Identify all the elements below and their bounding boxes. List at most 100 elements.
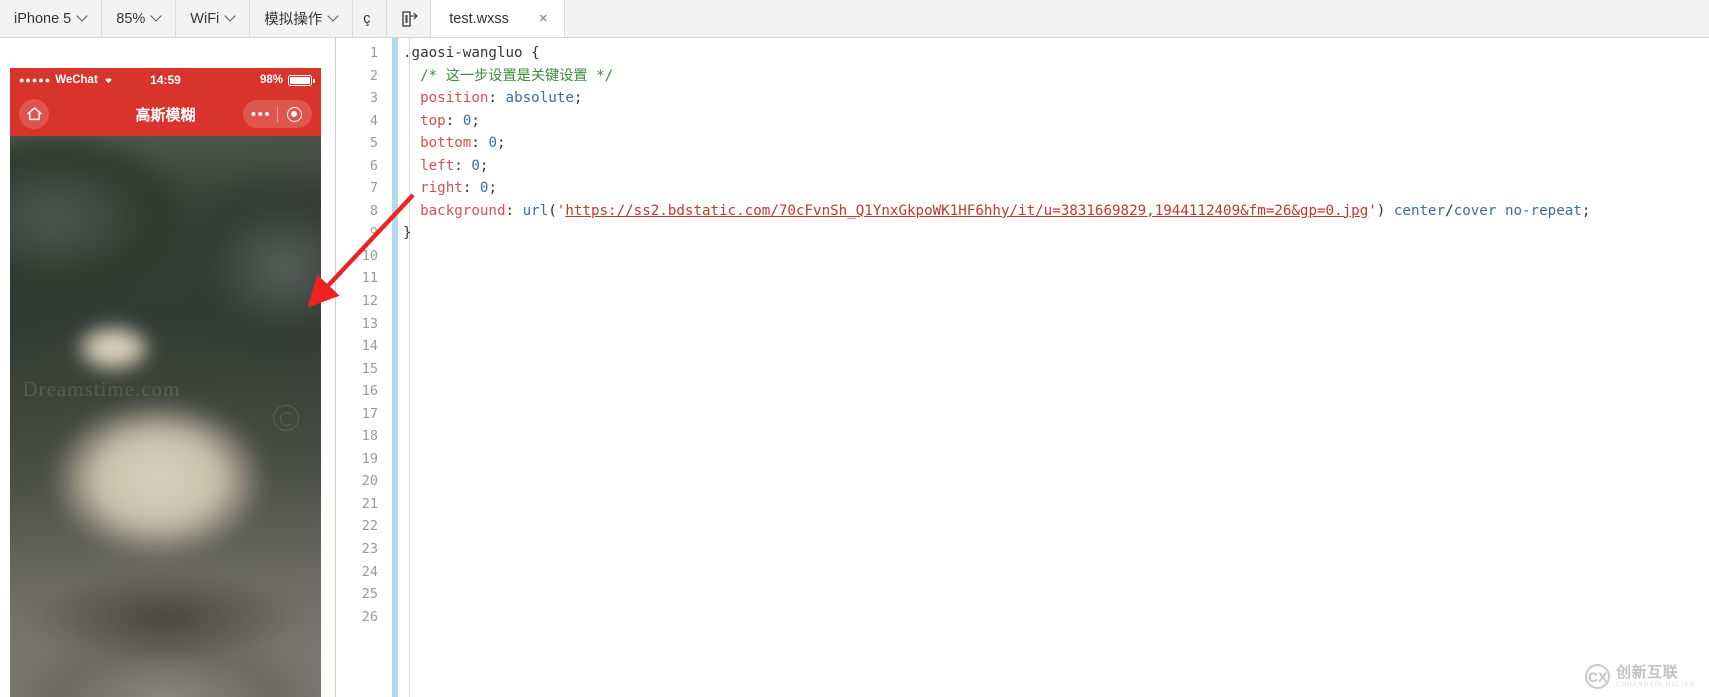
line-number: 15 [361,360,378,377]
simulator-controls: iPhone 5 85% WiFi 模拟操作 ç [0,0,432,37]
target-circle-icon[interactable] [278,106,310,122]
editor-tabstrip: test.wxss × [431,0,1709,37]
code-token: ; [488,180,497,197]
code-token: center [1393,202,1446,219]
site-watermark: CX 创新互联 CHUANGXIN HULIAN [1585,664,1695,689]
chevron-down-icon [78,12,87,21]
code-token: : [488,90,506,107]
device-selector-label: iPhone 5 [14,10,72,27]
line-number: 2 [369,67,378,84]
statusbar-right: 98% [259,74,315,86]
blurred-stone-photo: Dreamstime.com [10,136,321,697]
code-line[interactable]: left: 0; [403,155,1709,178]
code-token: : [462,180,480,197]
compile-arrow-icon[interactable] [387,0,432,37]
code-line[interactable]: } [403,222,1709,245]
code-token: : [471,135,489,152]
code-token: no-repeat [1496,202,1582,219]
code-line[interactable]: right: 0; [403,177,1709,200]
line-number: 11 [361,270,378,287]
code-token: https://ss2.bdstatic.com/70cFvnSh_Q1YnxG… [565,202,1369,219]
line-number: 23 [361,541,378,558]
brand-name-en: CHUANGXIN HULIAN [1616,682,1695,688]
brand-name-cn: 创新互联 [1616,664,1679,681]
line-number: 24 [361,563,378,580]
code-token: 0 [488,135,497,152]
phone-statusbar: ●●●●● WeChat 14:59 98% [10,68,321,92]
clipped-selector[interactable]: ç [353,0,388,37]
line-number: 12 [361,293,378,310]
tabstrip-filler [564,0,1709,37]
code-token: background [403,202,506,219]
line-number: 8 [369,202,378,219]
photo-shadow [28,573,303,664]
simulate-action-label: 模拟操作 [264,12,323,28]
line-number: 14 [361,338,378,355]
tab-test-wxss[interactable]: test.wxss × [431,0,565,37]
close-icon[interactable]: × [535,9,552,28]
line-number: 19 [361,450,378,467]
battery-percent-label: 98% [259,74,283,86]
line-number: 21 [361,495,378,512]
code-token: : [454,157,472,174]
clipped-selector-label: ç [363,10,371,27]
code-token: : [505,202,523,219]
top-toolbar: iPhone 5 85% WiFi 模拟操作 ç test.wxss × [0,0,1709,38]
zoom-selector-label: 85% [116,10,146,27]
code-line[interactable]: top: 0; [403,110,1709,133]
battery-icon [288,74,315,86]
chevron-down-icon [226,12,235,21]
network-selector[interactable]: WiFi [176,0,251,37]
code-token: { [531,45,540,61]
code-token: ; [471,112,480,129]
line-number-gutter: 1 2 3 4 5 6 7 8 9 10 11 12 13 14 15 16 17 18 19 20 21 22 23 24 2… [337,38,389,697]
code-editor[interactable]: 1 2 3 4 5 6 7 8 9 10 11 12 13 14 15 16 17 18 19 20 21 22 23 24 2… [337,38,1709,697]
code-token: bottom [403,135,472,152]
code-token: absolute [505,90,574,107]
tab-label: test.wxss [449,10,509,27]
code-token: cover [1453,202,1497,219]
active-block-guide [392,38,398,697]
code-token: ; [496,135,506,152]
brand-logo-icon: CX [1585,664,1611,689]
code-content[interactable]: .gaosi-wangluo { /* 这一步设置是关键设置 */ positi… [403,42,1709,245]
line-number: 1 [369,45,378,61]
line-number: 17 [361,405,378,422]
code-token: ; [573,90,583,107]
code-token: ; [1581,202,1591,219]
code-token: ' [1368,202,1377,219]
wechat-capsule[interactable]: ••• [243,100,312,128]
line-number: 26 [361,608,378,625]
line-number: 16 [361,383,378,400]
line-number: 3 [369,90,378,107]
brand-text: 创新互联 CHUANGXIN HULIAN [1616,665,1695,688]
line-number: 10 [361,247,378,264]
code-line[interactable]: .gaosi-wangluo { [403,42,1709,65]
simulate-action-selector[interactable]: 模拟操作 [250,0,354,37]
line-number: 22 [361,518,378,535]
chevron-down-icon [329,12,338,21]
phone-navbar: 高斯模糊 ••• [10,92,321,136]
code-token: 0 [471,157,480,174]
line-number: 9 [369,225,378,242]
line-number: 20 [361,473,378,490]
simulator-pane: ●●●●● WeChat 14:59 98% 高斯模糊 ••• Dreamsti… [0,38,336,697]
more-dots-icon[interactable]: ••• [245,107,277,122]
code-line[interactable]: /* 这一步设置是关键设置 */ [403,65,1709,88]
chevron-down-icon [152,12,161,21]
line-number: 5 [369,135,378,152]
device-selector[interactable]: iPhone 5 [0,0,103,37]
code-token: / [1445,202,1454,219]
code-line[interactable]: background: url('https://ss2.bdstatic.co… [403,200,1709,223]
app-root: iPhone 5 85% WiFi 模拟操作 ç test.wxss × ●●●… [0,0,1709,697]
line-number: 7 [369,180,378,197]
code-line[interactable]: bottom: 0; [403,132,1709,155]
zoom-selector[interactable]: 85% [102,0,177,37]
code-line[interactable]: position: absolute; [403,87,1709,110]
line-number: 6 [369,157,378,174]
line-number: 13 [361,315,378,332]
compile-arrow-glyph [402,10,418,27]
code-token: : [445,112,463,129]
line-number: 25 [361,586,378,603]
